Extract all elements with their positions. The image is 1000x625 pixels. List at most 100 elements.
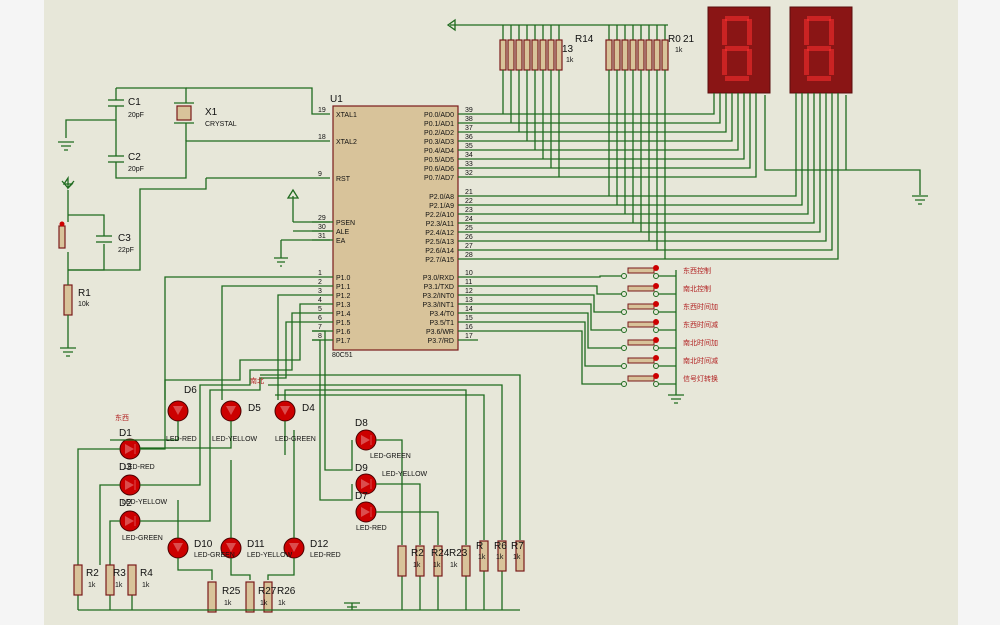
resistor — [245, 581, 255, 613]
mcu-pin-num: 21 — [465, 189, 473, 196]
r5-label: R — [476, 541, 483, 552]
mcu-pin-name: XTAL1 — [336, 112, 357, 119]
r1-label: R1 — [78, 288, 91, 299]
d1-type: LED-RED — [124, 464, 155, 471]
mcu-pin-name: P1.7 — [336, 338, 351, 345]
resistor — [397, 545, 407, 577]
switch-label: 东西控制 — [683, 266, 711, 275]
r26-value: 1k — [278, 600, 286, 607]
r20-label: R0 — [668, 34, 681, 45]
mcu-pin-num: 5 — [318, 306, 322, 313]
r24-label: R24 — [431, 548, 450, 559]
mcu-pin-name: RST — [336, 176, 351, 183]
switch-actuator[interactable] — [627, 267, 655, 274]
resistor-r1[interactable] — [63, 284, 73, 316]
mcu-pin-num: 28 — [465, 252, 473, 259]
mcu-pin-num: 39 — [465, 107, 473, 114]
segment — [725, 76, 749, 81]
switch-panel[interactable]: 东西控制南北控制东西时间加东西时间减南北时间加南北时间减信号灯转换 — [478, 265, 718, 387]
x1-label: X1 — [205, 107, 218, 118]
c1-value: 20pF — [128, 112, 144, 119]
mcu-pin-name: P1.6 — [336, 329, 351, 336]
reset-button[interactable] — [58, 225, 66, 249]
mcu-pin-name: P2.6/A14 — [425, 248, 454, 255]
mcu-pin-name: P2.1/A9 — [429, 203, 454, 210]
mcu-pin-name: P0.4/AD4 — [424, 148, 454, 155]
mcu-pin-num: 36 — [465, 134, 473, 141]
mcu-pin-num: 3 — [318, 288, 322, 295]
switch-actuator[interactable] — [627, 303, 655, 310]
switch-actuator[interactable] — [627, 375, 655, 382]
segment — [725, 16, 749, 21]
d12-label: D12 — [310, 539, 329, 550]
r22-label: R2 — [411, 548, 424, 559]
led — [355, 429, 377, 451]
mcu-pin-name: XTAL2 — [336, 139, 357, 146]
mcu-pin-num: 38 — [465, 116, 473, 123]
r27-label: R27 — [258, 586, 277, 597]
r6-value: 1k — [496, 554, 504, 561]
mcu-pin-num: 17 — [465, 333, 473, 340]
d2-type: LED-GREEN — [122, 535, 163, 542]
d4-type: LED-GREEN — [275, 436, 316, 443]
resistor-element — [507, 39, 515, 71]
resistor-element — [645, 39, 653, 71]
switch-actuator[interactable] — [627, 321, 655, 328]
d9-label: D9 — [355, 463, 368, 474]
mcu-pin-num: 33 — [465, 161, 473, 168]
mcu-pin-num: 10 — [465, 270, 473, 277]
r21-label: 21 — [683, 34, 695, 45]
d12-type: LED-RED — [310, 552, 341, 559]
c2-label: C2 — [128, 152, 141, 163]
r6-label: R6 — [494, 541, 507, 552]
mcu-pin-name: P0.3/AD3 — [424, 139, 454, 146]
mcu-pin-name: P2.0/A8 — [429, 194, 454, 201]
mcu-pin-num: 24 — [465, 216, 473, 223]
r22-value: 1k — [413, 562, 421, 569]
d11-type: LED-YELLOW — [247, 552, 293, 559]
mcu-pin-name: P3.6/WR — [426, 329, 454, 336]
mcu-pin-num: 13 — [465, 297, 473, 304]
switch-label: 信号灯转换 — [683, 374, 718, 383]
label-nanbei: 南北 — [250, 376, 264, 385]
mcu-pin-num: 26 — [465, 234, 473, 241]
switch-label: 南北控制 — [683, 284, 711, 293]
segment — [722, 19, 727, 45]
mcu-pin-name: P1.3 — [336, 302, 351, 309]
resistor-pack-r21[interactable] — [605, 25, 669, 71]
resistor-element — [547, 39, 555, 71]
r21-value: 1k — [675, 47, 683, 54]
mcu-pin-name: P2.7/A15 — [425, 257, 454, 264]
mcu-pin-name: P1.5 — [336, 320, 351, 327]
switch-actuator[interactable] — [627, 285, 655, 292]
r23-value: 1k — [450, 562, 458, 569]
mcu-pin-num: 23 — [465, 207, 473, 214]
mcu-pin-num: 34 — [465, 152, 473, 159]
mcu-pin-name: P2.3/A11 — [426, 221, 454, 228]
mcu-pin-name: P0.2/AD2 — [424, 130, 454, 137]
r3-label: R3 — [113, 568, 126, 579]
mcu-pin-name: P0.7/AD7 — [424, 175, 454, 182]
switch-actuator[interactable] — [627, 357, 655, 364]
r1-value: 10k — [78, 301, 90, 308]
mcu-pin-num: 16 — [465, 324, 473, 331]
resistor-pack-r14[interactable] — [499, 25, 563, 71]
switch-actuator[interactable] — [627, 339, 655, 346]
r7-value: 1k — [513, 554, 521, 561]
d10-label: D10 — [194, 539, 213, 550]
mcu-pin-name: P3.1/TXD — [424, 284, 454, 291]
mcu-pin-name: EA — [336, 238, 346, 245]
mcu-pin-num: 1 — [318, 270, 322, 277]
mcu-pin-name: P1.1 — [336, 284, 351, 291]
resistor — [73, 564, 83, 596]
led — [119, 438, 141, 460]
mcu-pin-num: 27 — [465, 243, 473, 250]
mcu-pin-name: PSEN — [336, 220, 355, 227]
schematic-canvas[interactable]: U1 80C51 19XTAL118XTAL29RST29PSEN30ALE31… — [0, 0, 1000, 625]
crystal-x1[interactable] — [176, 105, 192, 121]
segment — [725, 46, 749, 51]
r4-label: R4 — [140, 568, 153, 579]
mcu-pin-num: 7 — [318, 324, 322, 331]
segment — [747, 49, 752, 75]
label-dongxi: 东西 — [115, 413, 129, 422]
